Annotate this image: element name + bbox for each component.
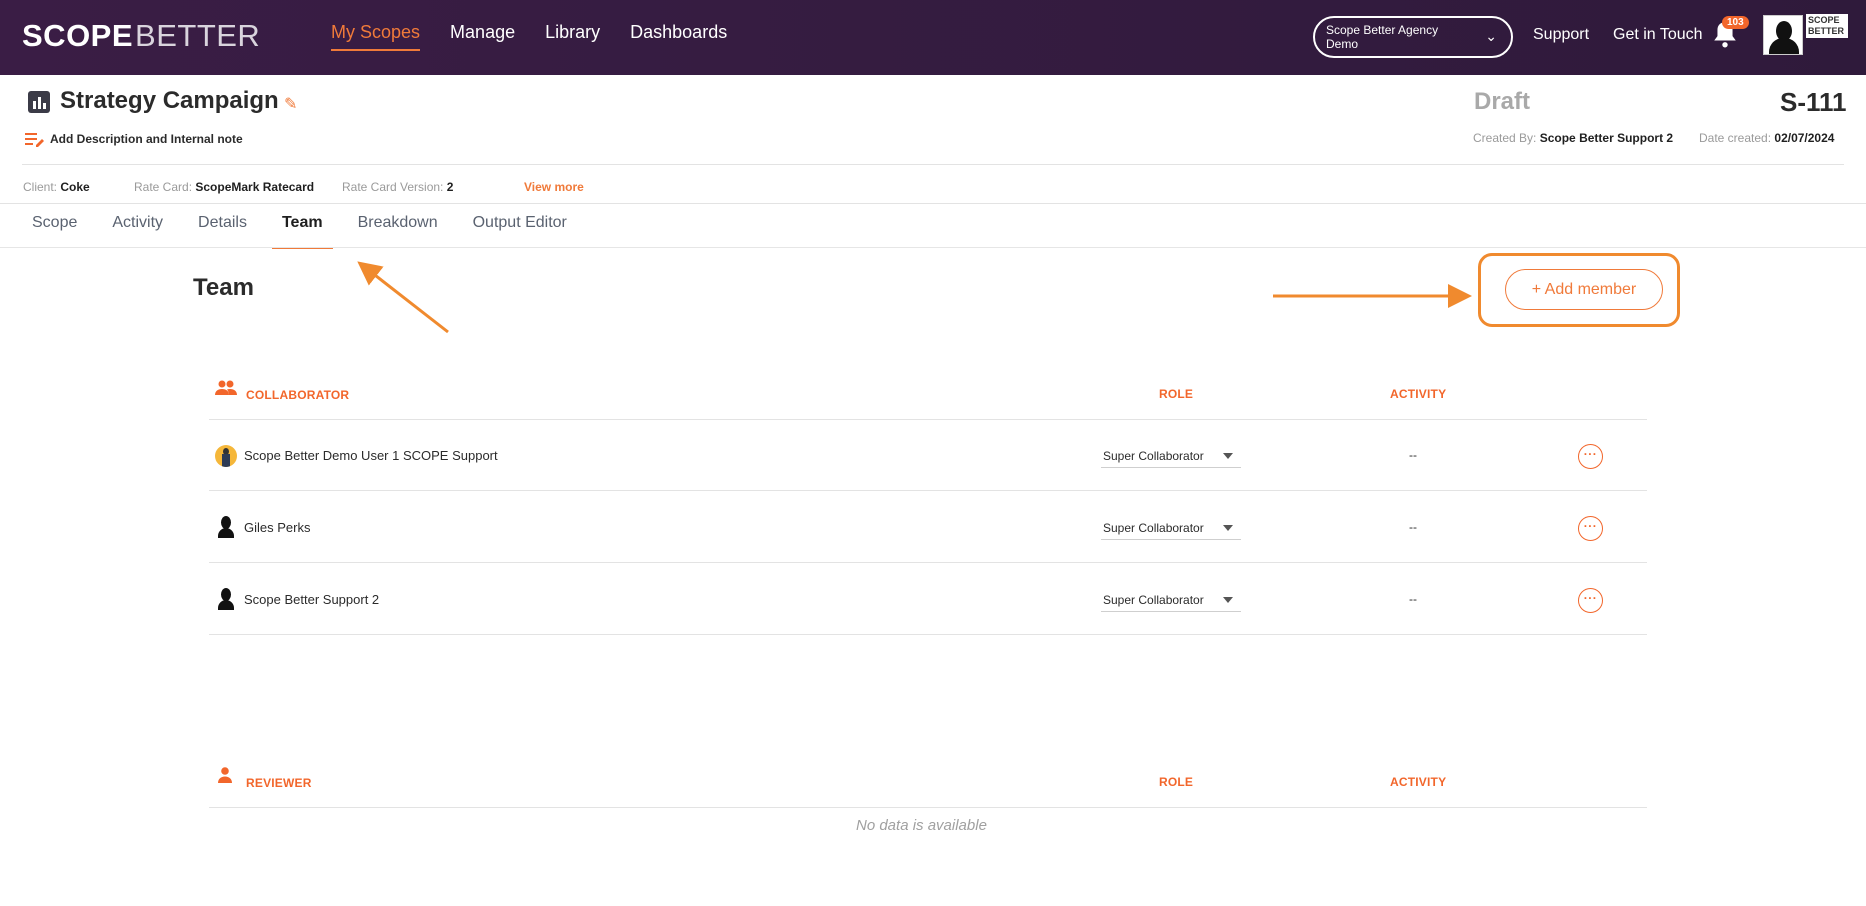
tab-output-editor[interactable]: Output Editor — [473, 214, 567, 249]
scope-code: S-111 — [1780, 87, 1847, 117]
reviewer-header: REVIEWER — [246, 776, 312, 790]
activity-value: -- — [1409, 520, 1417, 534]
role-header: ROLE — [1159, 775, 1194, 789]
divider — [0, 203, 1866, 204]
member-name: Scope Better Support 2 — [244, 592, 380, 607]
edit-title-icon[interactable]: ✎ — [284, 94, 297, 114]
member-name: Giles Perks — [244, 520, 311, 535]
notification-badge: 103 — [1722, 16, 1749, 29]
table-divider — [209, 419, 1647, 420]
member-name: Scope Better Demo User 1 SCOPE Support — [244, 448, 498, 463]
caret-down-icon — [1223, 597, 1233, 603]
avatar — [215, 445, 237, 467]
divider — [0, 247, 1866, 248]
team-heading: Team — [193, 274, 254, 301]
date-created: Date created: 02/07/2024 — [1699, 131, 1835, 145]
main-nav: My Scopes Manage Library Dashboards — [331, 22, 727, 51]
scope-tabs: Scope Activity Details Team Breakdown Ou… — [32, 214, 602, 249]
table-divider — [209, 490, 1647, 491]
tab-activity[interactable]: Activity — [112, 214, 163, 249]
user-avatar[interactable] — [1763, 15, 1803, 55]
chart-icon — [28, 91, 50, 113]
empty-state-text: No data is available — [856, 817, 987, 834]
tab-details[interactable]: Details — [198, 214, 247, 249]
page-title: Strategy Campaign — [60, 87, 279, 114]
activity-value: -- — [1409, 592, 1417, 606]
nav-manage[interactable]: Manage — [450, 22, 515, 51]
table-divider — [209, 562, 1647, 563]
top-navigation-bar: SCOPEBETTER My Scopes Manage Library Das… — [0, 0, 1866, 75]
person-icon — [218, 767, 232, 783]
view-more-link[interactable]: View more — [524, 180, 584, 194]
tab-breakdown[interactable]: Breakdown — [358, 214, 438, 249]
support-link[interactable]: Support — [1533, 26, 1589, 44]
agency-select-value: Scope Better Agency Demo — [1326, 23, 1439, 51]
nav-my-scopes[interactable]: My Scopes — [331, 22, 421, 51]
created-by: Created By: Scope Better Support 2 — [1473, 131, 1674, 145]
add-description-link[interactable]: Add Description and Internal note — [50, 132, 243, 146]
rate-card-version-info: Rate Card Version: 2 — [342, 180, 454, 194]
rate-card-info: Rate Card: ScopeMark Ratecard — [134, 180, 315, 194]
chevron-down-icon: ⌄ — [1485, 28, 1497, 44]
caret-down-icon — [1223, 453, 1233, 459]
avatar — [215, 516, 237, 538]
divider — [22, 164, 1844, 165]
role-select[interactable]: Super Collaborator — [1101, 517, 1241, 540]
role-header: ROLE — [1159, 387, 1194, 401]
table-divider — [209, 807, 1647, 808]
scopebetter-logo[interactable]: SCOPEBETTER — [22, 18, 260, 54]
activity-value: -- — [1409, 448, 1417, 462]
nav-dashboards[interactable]: Dashboards — [630, 22, 727, 51]
nav-library[interactable]: Library — [545, 22, 600, 51]
more-options-button[interactable]: ··· — [1578, 516, 1603, 541]
role-select[interactable]: Super Collaborator — [1101, 589, 1241, 612]
add-member-button[interactable]: + Add member — [1505, 269, 1663, 310]
collaborator-header: COLLABORATOR — [246, 388, 350, 402]
role-select[interactable]: Super Collaborator — [1101, 445, 1241, 468]
client-info: Client: Coke — [23, 180, 90, 194]
get-in-touch-link[interactable]: Get in Touch — [1613, 26, 1703, 44]
status-label: Draft — [1474, 88, 1531, 115]
activity-header: ACTIVITY — [1390, 387, 1447, 401]
activity-header: ACTIVITY — [1390, 775, 1447, 789]
table-divider — [209, 634, 1647, 635]
caret-down-icon — [1223, 525, 1233, 531]
people-icon — [215, 380, 237, 395]
agency-logo: SCOPE BETTER — [1806, 14, 1848, 38]
tab-scope[interactable]: Scope — [32, 214, 77, 249]
more-options-button[interactable]: ··· — [1578, 588, 1603, 613]
notes-edit-icon[interactable] — [25, 131, 45, 147]
agency-select[interactable]: Scope Better Agency Demo ⌄ — [1313, 16, 1513, 58]
avatar — [215, 588, 237, 610]
tab-team[interactable]: Team — [271, 214, 333, 249]
more-options-button[interactable]: ··· — [1578, 444, 1603, 469]
